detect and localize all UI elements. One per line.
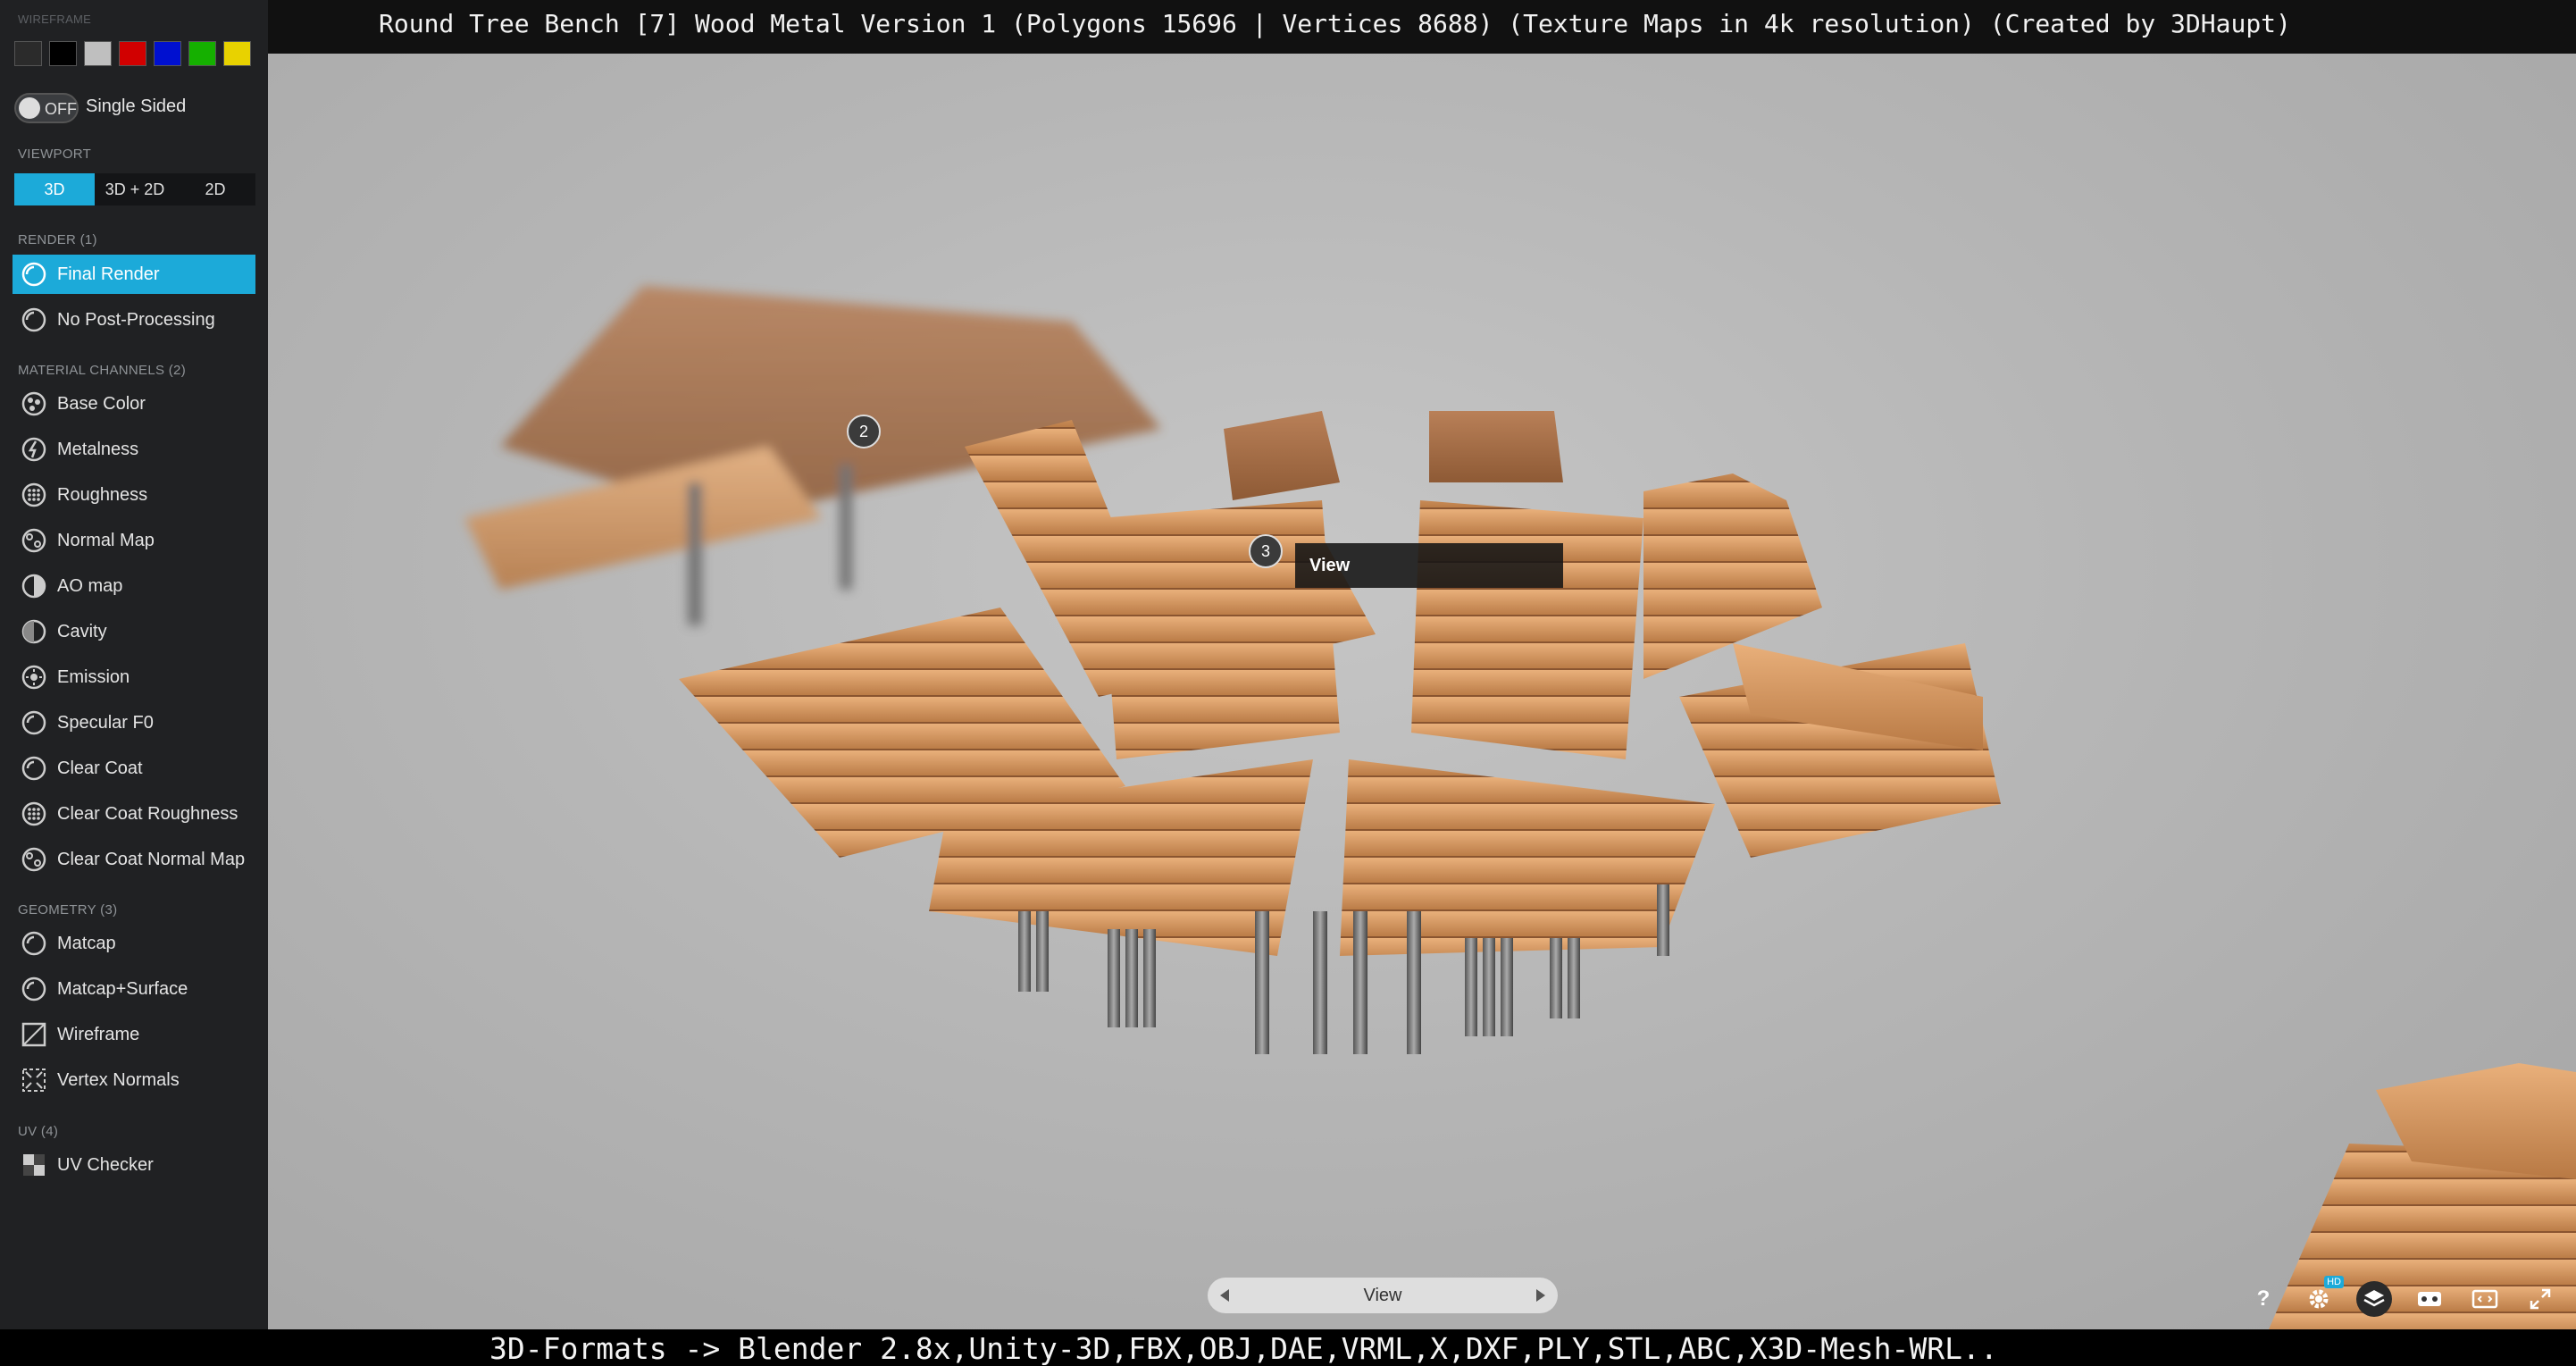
annotation-hotspot-3[interactable]: 3 [1249,534,1283,568]
wireframe-color-swatch[interactable] [14,41,42,66]
ao-map-icon [20,572,48,600]
menu-item-label: Clear Coat Normal Map [57,849,246,869]
channel-clear-coat-normal-map[interactable]: Clear Coat Normal Map [13,840,255,879]
annotation-navigation-bar: View [1208,1278,1558,1313]
channel-clear-coat[interactable]: Clear Coat [13,749,255,788]
wireframe-color-swatch[interactable] [84,41,112,66]
geometry-wireframe[interactable]: Wireframe [13,1015,255,1054]
cavity-icon [20,617,48,646]
menu-item-label: No Post-Processing [57,309,215,330]
vr-icon[interactable] [2412,1281,2447,1317]
channel-roughness[interactable]: Roughness [13,475,255,515]
fullscreen-icon[interactable] [2522,1281,2558,1317]
menu-item-label: Cavity [57,621,107,641]
model-title: Round Tree Bench [7] Wood Metal Version … [379,9,2291,38]
wireframe-color-swatch[interactable] [154,41,181,66]
bench-model-render [464,286,2576,1329]
embed-icon[interactable] [2467,1281,2503,1317]
help-icon[interactable]: ? [2246,1281,2281,1317]
menu-item-label: AO map [57,575,123,596]
menu-item-label: Metalness [57,439,139,459]
render-icon [20,260,48,289]
menu-item-label: Base Color [57,393,146,414]
title-bar: Round Tree Bench [7] Wood Metal Version … [0,0,2576,54]
specular-icon [20,708,48,737]
view-bar-label: View [1363,1285,1402,1305]
channel-ao-map[interactable]: AO map [13,566,255,606]
hd-badge: HD [2324,1276,2344,1288]
matcap-icon [20,929,48,958]
viewport-section-label: VIEWPORT [18,147,92,162]
next-annotation-icon[interactable] [1536,1289,1545,1302]
settings-hd-icon[interactable]: HD [2301,1276,2344,1317]
geometry-matcap-surface[interactable]: Matcap+Surface [13,969,255,1009]
formats-caption: 3D-Formats -> Blender 2.8x,Unity-3D,FBX,… [489,1331,1998,1366]
geometry-section-label: GEOMETRY (3) [18,902,118,918]
channel-clear-coat-roughness[interactable]: Clear Coat Roughness [13,794,255,834]
matcap-surface-icon [20,975,48,1003]
wireframe-color-swatches [14,41,251,66]
channel-cavity[interactable]: Cavity [13,612,255,651]
normal-map-icon [20,526,48,555]
viewer-toolbar: ? HD [2246,1276,2558,1317]
wireframe-color-swatch[interactable] [223,41,251,66]
menu-item-label: Roughness [57,484,148,505]
menu-item-label: Clear Coat [57,758,143,778]
render-icon [20,306,48,334]
menu-item-label: Emission [57,666,130,687]
emission-icon [20,663,48,691]
uv-checker-icon [20,1151,48,1179]
clear-coat-normal-icon [20,845,48,874]
menu-item-label: Vertex Normals [57,1069,180,1090]
menu-item-label: Matcap+Surface [57,978,188,999]
render-no-post-processing[interactable]: No Post-Processing [13,300,255,339]
base-color-icon [20,390,48,418]
single-sided-label: Single Sided [86,96,187,116]
menu-item-label: Wireframe [57,1024,140,1044]
viewport-option-3d[interactable]: 3D [14,173,95,205]
menu-item-label: Clear Coat Roughness [57,803,238,824]
uv-section-label: UV (4) [18,1124,59,1139]
single-sided-toggle[interactable]: OFF [14,93,79,123]
clear-coat-icon [20,754,48,783]
wireframe-color-swatch[interactable] [119,41,146,66]
clear-coat-roughness-icon [20,800,48,828]
uv-checker[interactable]: UV Checker [13,1145,255,1185]
caption-bar: 3D-Formats -> Blender 2.8x,Unity-3D,FBX,… [0,1329,2576,1366]
viewport-mode-selector: 3D 3D + 2D 2D [14,173,255,205]
material-channels-section-label: MATERIAL CHANNELS (2) [18,363,186,378]
geometry-vertex-normals[interactable]: Vertex Normals [13,1060,255,1100]
channel-base-color[interactable]: Base Color [13,384,255,423]
vertex-normals-icon [20,1066,48,1094]
menu-item-label: Final Render [57,264,160,284]
metalness-icon [20,435,48,464]
channel-specular-f0[interactable]: Specular F0 [13,703,255,742]
menu-item-label: UV Checker [57,1154,154,1175]
layers-icon[interactable] [2356,1281,2392,1317]
wireframe-color-swatch[interactable] [188,41,216,66]
wireframe-icon [20,1020,48,1049]
channel-metalness[interactable]: Metalness [13,430,255,469]
previous-annotation-icon[interactable] [1220,1289,1229,1302]
help-glyph: ? [2256,1286,2271,1311]
wireframe-color-swatch[interactable] [49,41,77,66]
annotation-hotspot-2[interactable]: 2 [847,415,881,448]
menu-item-label: Matcap [57,933,116,953]
channel-emission[interactable]: Emission [13,658,255,697]
sidebar: WIREFRAME OFF Single Sided VIEWPORT 3D 3… [0,0,268,1329]
3d-viewport[interactable]: 2 3 View View ? HD [268,54,2576,1329]
wireframe-section-label: WIREFRAME [18,13,92,26]
menu-item-label: Normal Map [57,530,155,550]
toggle-state: OFF [45,100,77,118]
roughness-icon [20,481,48,509]
render-section-label: RENDER (1) [18,232,97,247]
menu-item-label: Specular F0 [57,712,154,733]
annotation-tooltip: View [1295,543,1563,588]
render-final-render[interactable]: Final Render [13,255,255,294]
channel-normal-map[interactable]: Normal Map [13,521,255,560]
viewport-option-2d[interactable]: 2D [175,173,255,205]
toggle-knob [19,97,40,119]
geometry-matcap[interactable]: Matcap [13,924,255,963]
viewport-option-3d-2d[interactable]: 3D + 2D [95,173,175,205]
